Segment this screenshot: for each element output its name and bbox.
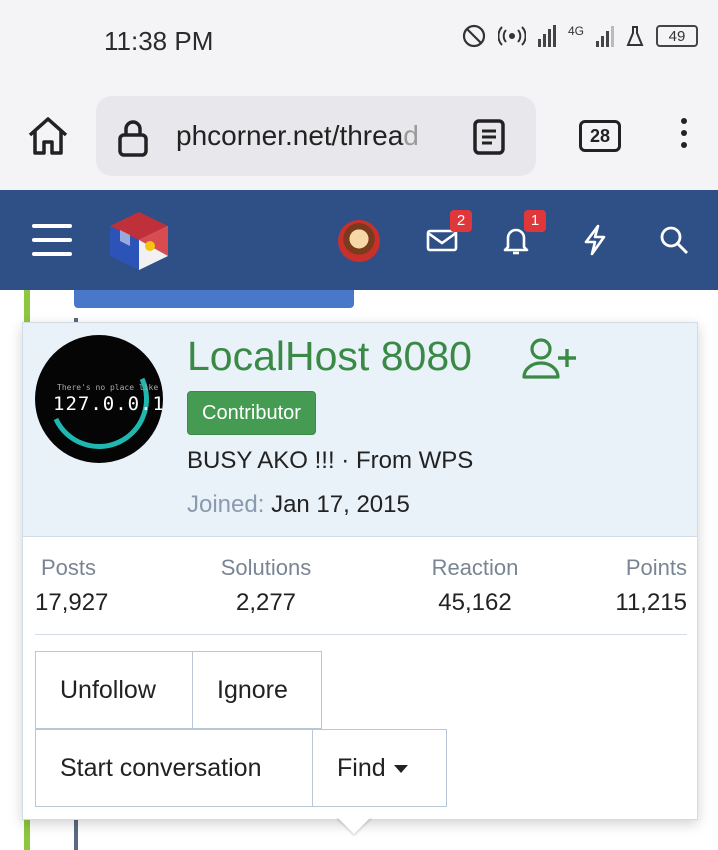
tab-switcher-button[interactable]: 28	[579, 120, 621, 152]
battery-icon: 49	[656, 25, 698, 47]
user-avatar[interactable]	[338, 220, 380, 262]
ignore-button[interactable]: Ignore	[192, 651, 322, 729]
site-header: 2 1	[0, 190, 718, 290]
stat-reaction[interactable]: Reaction 45,162	[415, 555, 535, 617]
browser-menu-icon[interactable]	[674, 114, 694, 158]
stat-solutions[interactable]: Solutions 2,277	[211, 555, 321, 617]
inbox-badge: 2	[450, 210, 472, 232]
alerts-button[interactable]: 1	[500, 210, 546, 256]
member-stats: Posts 17,927 Solutions 2,277 Reaction 45…	[35, 555, 687, 635]
member-tooltip-card: There's no place like 127.0.0.1 LocalHos…	[22, 322, 698, 820]
search-icon	[660, 226, 689, 255]
member-card-header: There's no place like 127.0.0.1 LocalHos…	[23, 323, 697, 537]
address-bar[interactable]: phcorner.net/thread	[96, 96, 536, 176]
unfollow-button[interactable]: Unfollow	[35, 651, 193, 729]
hamburger-menu-icon[interactable]	[32, 224, 72, 256]
tooltip-pointer	[336, 816, 372, 834]
stat-posts[interactable]: Posts 17,927	[35, 555, 108, 617]
signal-icon	[537, 25, 556, 47]
stat-points[interactable]: Points 11,215	[595, 555, 687, 617]
start-conversation-button[interactable]: Start conversation	[35, 729, 313, 807]
do-not-disturb-icon	[462, 24, 486, 48]
status-icons: 4G 49	[462, 24, 698, 48]
reader-mode-icon[interactable]	[472, 118, 506, 156]
hotspot-icon	[497, 26, 526, 46]
member-username[interactable]: LocalHost 8080	[187, 333, 472, 380]
joined-date: Jan 17, 2015	[271, 491, 410, 518]
whats-new-button[interactable]	[580, 224, 612, 256]
site-logo-cube[interactable]	[106, 208, 172, 274]
lock-icon	[118, 120, 148, 157]
status-bar: 11:38 PM 4G 49	[0, 0, 718, 84]
status-time: 11:38 PM	[104, 26, 214, 56]
member-status-text: BUSY AKO !!! · From WPS	[187, 447, 474, 474]
alerts-badge: 1	[524, 210, 546, 232]
signal-bars-2-icon	[596, 25, 614, 47]
lab-flask-icon	[626, 26, 644, 46]
background-button	[74, 290, 354, 308]
find-dropdown-button[interactable]: Find	[312, 729, 447, 807]
member-joined: Joined: Jan 17, 2015	[187, 491, 410, 519]
search-button[interactable]	[658, 224, 690, 256]
browser-toolbar: phcorner.net/thread 28	[0, 84, 718, 190]
find-label: Find	[337, 754, 386, 782]
lightning-icon	[584, 224, 606, 256]
user-title-badge: Contributor	[187, 391, 316, 435]
inbox-button[interactable]: 2	[426, 210, 472, 256]
member-avatar[interactable]: There's no place like 127.0.0.1	[35, 335, 163, 463]
home-icon[interactable]	[26, 114, 70, 158]
url-text: phcorner.net/thread	[176, 120, 419, 151]
user-plus-icon[interactable]	[521, 337, 579, 381]
network-type: 4G	[567, 24, 584, 38]
joined-label: Joined:	[187, 491, 265, 518]
caret-down-icon	[393, 765, 408, 774]
